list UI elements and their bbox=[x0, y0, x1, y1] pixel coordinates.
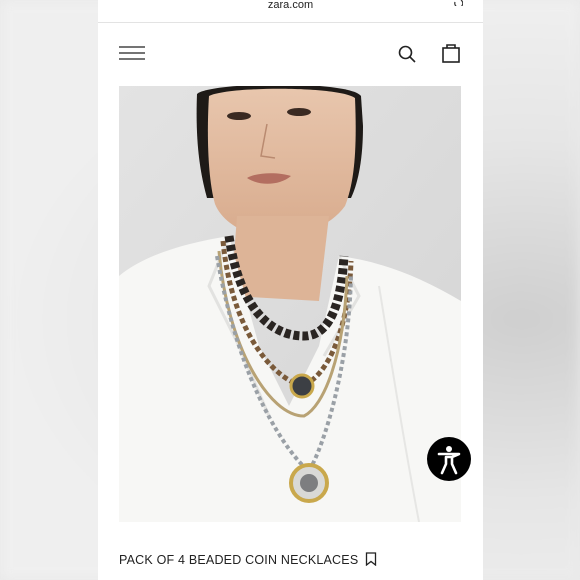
bookmark-icon[interactable] bbox=[365, 552, 377, 566]
product-photo-illustration bbox=[119, 86, 461, 522]
reload-icon[interactable] bbox=[453, 0, 463, 6]
accessibility-button[interactable] bbox=[427, 437, 471, 481]
site-header bbox=[98, 22, 483, 84]
phone-screen: zara.com PACK OF 4 BEADED COIN NECKLACES bbox=[98, 0, 483, 580]
product-photo[interactable] bbox=[119, 86, 461, 522]
accessibility-person-icon bbox=[437, 446, 461, 475]
product-name[interactable]: PACK OF 4 BEADED COIN NECKLACES bbox=[119, 553, 358, 567]
search-icon[interactable] bbox=[397, 44, 417, 64]
shopping-bag-icon[interactable] bbox=[441, 42, 461, 64]
hamburger-menu-icon[interactable] bbox=[118, 45, 146, 61]
browser-address-bar[interactable]: zara.com bbox=[98, 0, 483, 23]
url-text: zara.com bbox=[267, 0, 314, 11]
